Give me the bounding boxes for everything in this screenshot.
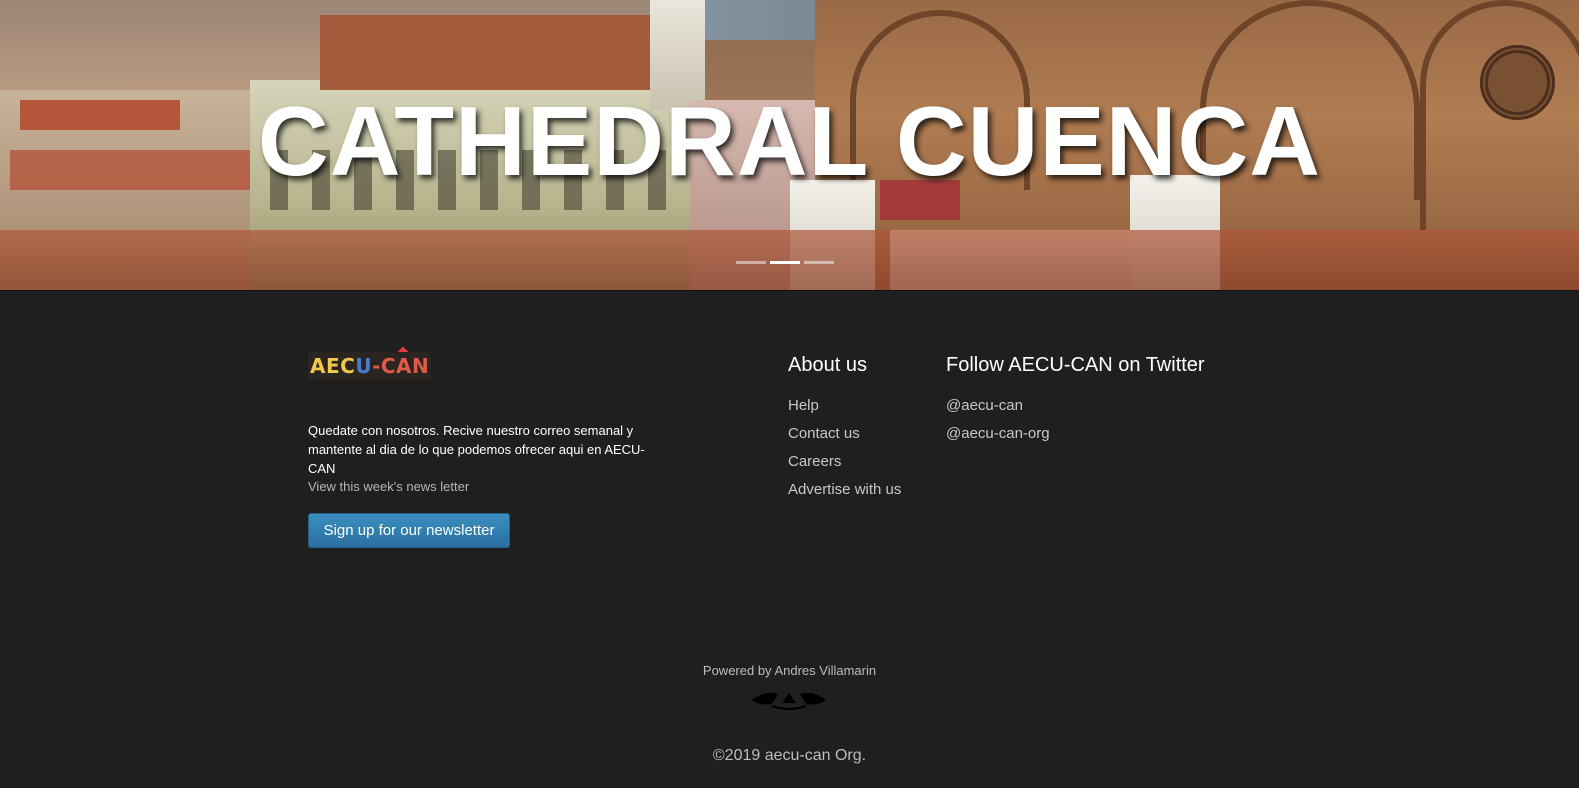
hero-title: CATHEDRAL CUENCA [257, 86, 1322, 196]
twitter-heading: Follow AECU-CAN on Twitter [946, 354, 1205, 376]
logo-text-part: U [355, 354, 373, 378]
newsletter-signup-button[interactable]: Sign up for our newsletter [308, 513, 510, 548]
carousel-indicators [736, 261, 834, 264]
careers-link[interactable]: Careers [788, 453, 841, 470]
carousel-indicator[interactable] [736, 261, 766, 264]
newsletter-description: Quedate con nosotros. Recive nuestro cor… [308, 423, 645, 476]
logo-text-part: -CAN [372, 354, 430, 378]
help-link[interactable]: Help [788, 397, 819, 414]
twitter-link-aecu-can-org[interactable]: @aecu-can-org [946, 425, 1050, 442]
contact-us-link[interactable]: Contact us [788, 425, 860, 442]
carousel-indicator[interactable] [804, 261, 834, 264]
advertise-link[interactable]: Advertise with us [788, 481, 901, 498]
carousel-indicator-active[interactable] [770, 261, 800, 264]
view-newsletter-link[interactable]: View this week's news letter [308, 479, 469, 494]
logo-text-part: AEC [310, 354, 356, 378]
author-logo-icon [752, 692, 826, 710]
hero-roof [320, 15, 650, 90]
about-us-heading: About us [788, 354, 867, 376]
copyright-text: ©2019 aecu-can Org. [712, 747, 867, 764]
site-logo[interactable]: AECU-CAN [308, 352, 432, 380]
hero-banner: CATHEDRAL CUENCA [0, 0, 1579, 291]
twitter-link-aecu-can[interactable]: @aecu-can [946, 397, 1023, 414]
powered-by-text: Powered by Andres Villamarin [702, 663, 877, 678]
